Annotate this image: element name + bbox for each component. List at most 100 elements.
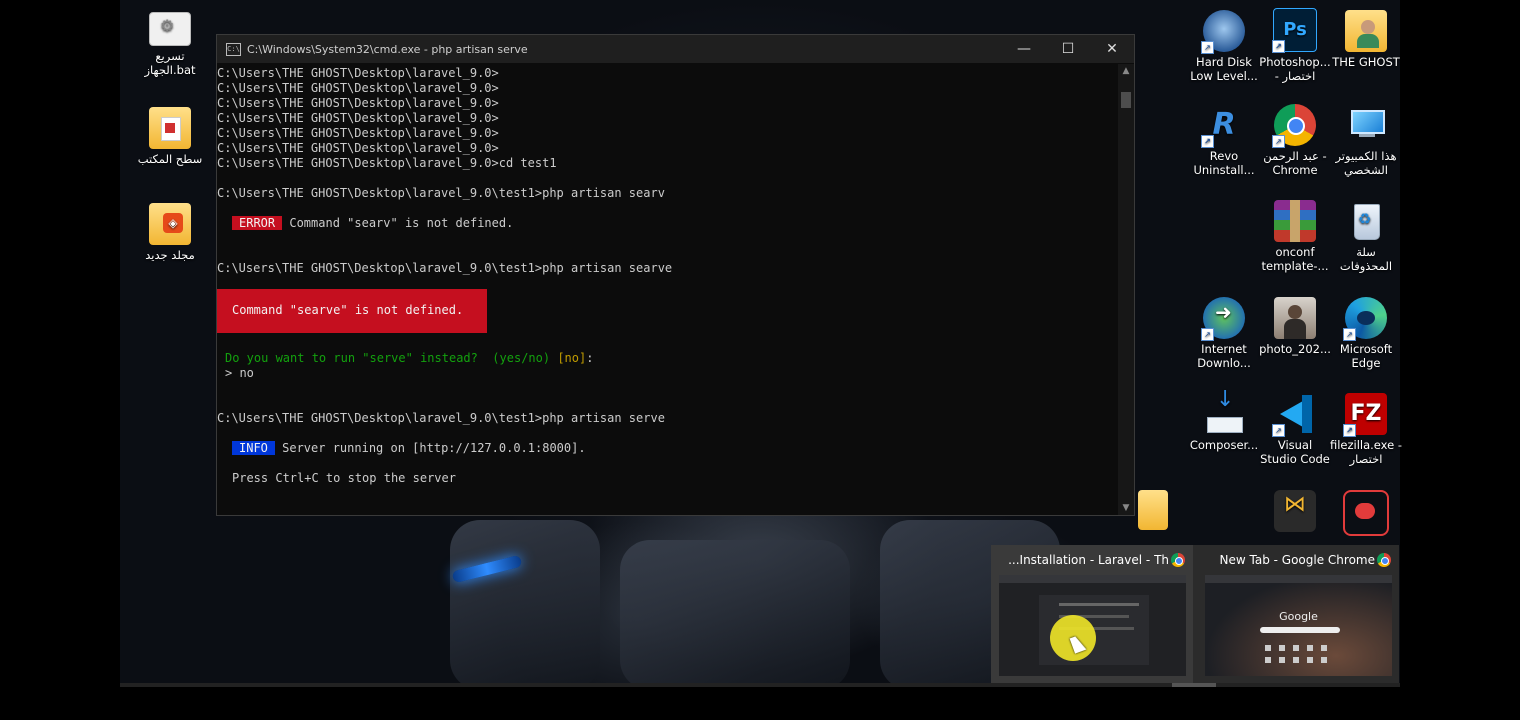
shortcut-arrow-icon: ↗: [1201, 328, 1214, 341]
preview-thumbnail: Google: [1205, 575, 1392, 676]
console-output[interactable]: C:\Users\THE GHOST\Desktop\laravel_9.0> …: [217, 64, 1117, 514]
preview-title: New Tab - Google Chrome: [1219, 553, 1375, 567]
preview-laravel-tab[interactable]: ...Installation - Laravel - Th: [991, 545, 1193, 683]
desktop-icon-label: سلة المحذوفات: [1339, 245, 1393, 273]
cmd-titlebar[interactable]: C:\ C:\Windows\System32\cmd.exe - php ar…: [217, 35, 1134, 63]
desktop-icon-label: عبد الرحمن - Chrome: [1263, 149, 1327, 177]
close-button[interactable]: ✕: [1090, 35, 1134, 63]
answer-line: > no: [225, 366, 254, 380]
google-logo-text: Google: [1279, 610, 1318, 623]
app-shortcut-icon: ⋈: [1274, 490, 1316, 532]
scroll-up-icon[interactable]: ▲: [1118, 66, 1134, 76]
chrome-icon: ↗: [1272, 104, 1316, 148]
error-box: Command "searve" is not defined.: [217, 289, 487, 333]
info-message: Server running on [http://127.0.0.1:8000…: [274, 441, 586, 455]
desktop-icon-label: Visual Studio Code: [1260, 438, 1330, 466]
vertical-scrollbar[interactable]: ▲ ▼: [1118, 64, 1134, 515]
info-tag: INFO: [232, 441, 275, 455]
folder-icon: ◈: [149, 203, 191, 245]
desktop-icon[interactable]: ↗ Visual Studio Code: [1258, 393, 1332, 466]
wallpaper-shape: [450, 520, 600, 686]
question-line: Do you want to run "serve" instead? (yes…: [225, 351, 593, 366]
recycle-bin-icon: ♻: [1345, 200, 1387, 242]
internet-download-manager-icon: ➜ ↗: [1201, 297, 1245, 341]
desktop-icon[interactable]: ↓ Composer...: [1187, 389, 1261, 453]
desktop-icon[interactable]: سطح المكتب: [133, 107, 207, 166]
this-pc-icon: [1345, 104, 1387, 146]
desktop-icon[interactable]: R ↗ Revo Uninstall...: [1187, 104, 1261, 177]
console-line: C:\Users\THE GHOST\Desktop\laravel_9.0>: [217, 96, 499, 110]
folder-icon: [1138, 490, 1168, 530]
desktop-icon[interactable]: Ps ↗ Photoshop... - اختصار: [1258, 8, 1332, 83]
maximize-button[interactable]: ☐: [1046, 35, 1090, 63]
error-box-message: Command "searve" is not defined.: [232, 303, 464, 317]
console-line: C:\Users\THE GHOST\Desktop\laravel_9.0\t…: [217, 186, 665, 200]
photo-thumbnail-icon: [1274, 297, 1316, 339]
scroll-down-icon[interactable]: ▼: [1118, 503, 1134, 513]
taskbar-active-indicator: [1172, 683, 1216, 687]
preview-new-tab[interactable]: New Tab - Google Chrome Google: [1197, 545, 1399, 683]
shortcut-arrow-icon: ↗: [1201, 135, 1214, 148]
desktop-icon[interactable]: ➜ ↗ Internet Downlo...: [1187, 297, 1261, 370]
desktop-icon[interactable]: ⚙ تسريع الجهاز.bat: [133, 12, 207, 77]
console-line: C:\Users\THE GHOST\Desktop\laravel_9.0>c…: [217, 156, 557, 170]
desktop-icon-label: Composer...: [1189, 438, 1259, 452]
winrar-archive-icon: [1274, 200, 1316, 242]
wallpaper-shape: [620, 540, 850, 686]
minimize-button[interactable]: —: [1002, 35, 1046, 63]
desktop-icon-label: تسريع الجهاز.bat: [144, 49, 196, 77]
desktop-icon[interactable]: [1329, 490, 1403, 539]
photoshop-icon: Ps ↗: [1272, 8, 1317, 53]
desktop-icon[interactable]: THE GHOST: [1329, 10, 1403, 69]
desktop-icon[interactable]: هذا الكمبيوتر الشخصي: [1329, 104, 1403, 177]
console-line: C:\Users\THE GHOST\Desktop\laravel_9.0>: [217, 126, 499, 140]
desktop-icon-label: onconf template-...: [1261, 245, 1329, 273]
shortcut-arrow-icon: ↗: [1343, 328, 1356, 341]
shortcut-arrow-icon: ↗: [1272, 40, 1285, 53]
cmd-app-icon: C:\: [226, 42, 241, 56]
console-line: C:\Users\THE GHOST\Desktop\laravel_9.0\t…: [217, 261, 673, 275]
error-tag: ERROR: [232, 216, 283, 230]
desktop-icon-label: photo_202...: [1259, 342, 1331, 356]
chrome-icon: [1377, 553, 1391, 567]
composer-installer-icon: ↓: [1203, 389, 1245, 435]
desktop-icon[interactable]: ↗ Microsoft Edge: [1329, 297, 1403, 370]
desktop-icon[interactable]: ◈ مجلد جديد: [133, 203, 207, 262]
info-line: INFO Server running on [http://127.0.0.1…: [232, 441, 586, 456]
question-colon: :: [586, 351, 594, 365]
desktop-icon[interactable]: ↗ عبد الرحمن - Chrome: [1258, 104, 1332, 177]
user-folder-icon: [1345, 10, 1387, 52]
desktop-icon[interactable]: FZ ↗ filezilla.exe - اختصار: [1329, 393, 1403, 466]
screen-recorder-icon: [1343, 490, 1389, 536]
shortcut-arrow-icon: ↗: [1272, 424, 1285, 437]
cmd-window[interactable]: C:\ C:\Windows\System32\cmd.exe - php ar…: [216, 34, 1135, 516]
desktop-icon[interactable]: ↗ Hard Disk Low Level...: [1187, 10, 1261, 83]
batch-file-icon: ⚙: [149, 12, 191, 46]
desktop-icon-label: Microsoft Edge: [1339, 342, 1393, 370]
error-message: Command "searv" is not defined.: [282, 216, 514, 230]
revo-uninstaller-icon: R ↗: [1201, 104, 1245, 148]
microsoft-edge-icon: ↗: [1343, 297, 1387, 341]
desktop-icon-label: Photoshop... - اختصار: [1259, 55, 1331, 83]
preview-title: ...Installation - Laravel - Th: [1008, 553, 1169, 567]
shortcut-arrow-icon: ↗: [1272, 135, 1285, 148]
console-line: C:\Users\THE GHOST\Desktop\laravel_9.0>: [217, 81, 499, 95]
desktop-icon[interactable]: ⋈: [1258, 490, 1332, 535]
shortcut-arrow-icon: ↗: [1201, 41, 1214, 54]
desktop-icon-label: filezilla.exe - اختصار: [1329, 438, 1403, 466]
desktop-icon[interactable]: onconf template-...: [1258, 200, 1332, 273]
desktop-icon-label: Hard Disk Low Level...: [1190, 55, 1258, 83]
press-ctrl-c-line: Press Ctrl+C to stop the server: [232, 471, 456, 485]
desktop-icon-label: Internet Downlo...: [1197, 342, 1251, 370]
console-line: C:\Users\THE GHOST\Desktop\laravel_9.0>: [217, 111, 499, 125]
desktop-icon-label: مجلد جديد: [145, 248, 195, 262]
cmd-window-title: C:\Windows\System32\cmd.exe - php artisa…: [247, 42, 528, 56]
visual-studio-code-icon: ↗: [1272, 393, 1316, 437]
hard-disk-icon: ↗: [1201, 10, 1245, 54]
desktop-icon-label: Revo Uninstall...: [1193, 149, 1255, 177]
scrollbar-thumb[interactable]: [1121, 92, 1131, 108]
desktop-icon[interactable]: ♻ سلة المحذوفات: [1329, 200, 1403, 273]
error-line: ERROR Command "searv" is not defined.: [232, 216, 513, 231]
desktop-icon[interactable]: photo_202...: [1258, 297, 1332, 356]
shortcut-arrow-icon: ↗: [1343, 424, 1356, 437]
